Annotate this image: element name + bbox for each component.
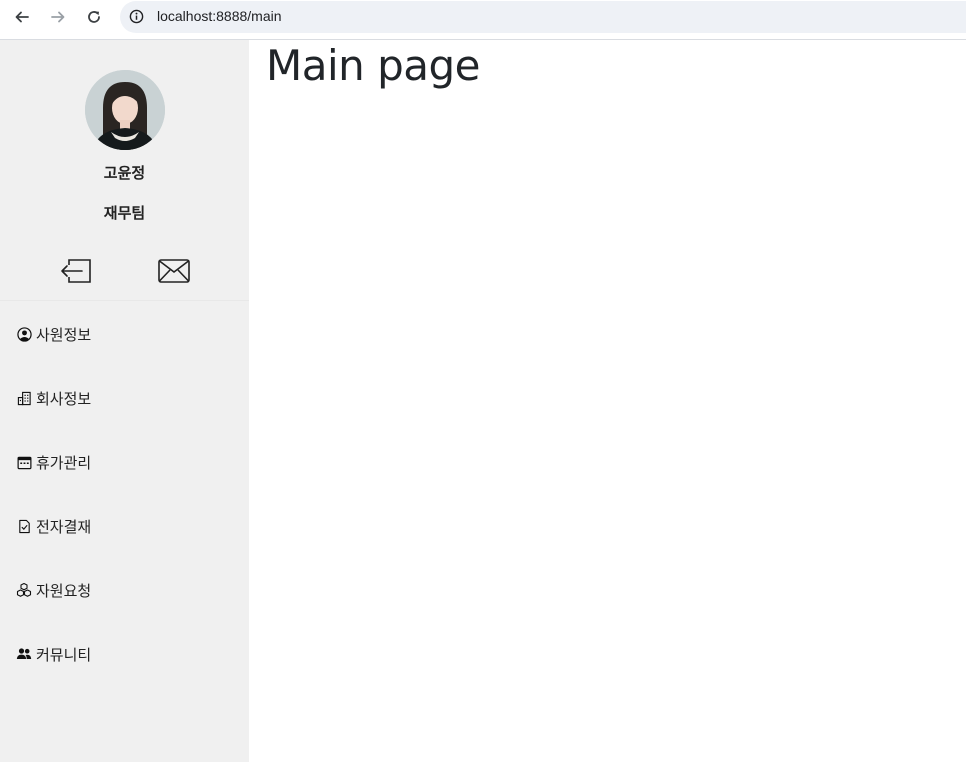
info-icon[interactable] (129, 9, 144, 24)
sidebar-item-label: 자원요청 (36, 581, 92, 600)
sidebar-item-label: 전자결재 (36, 517, 92, 536)
sidebar-item-label: 커뮤니티 (36, 645, 92, 664)
building-icon (16, 390, 32, 406)
browser-toolbar: localhost:8888/main (0, 0, 966, 40)
reload-icon (88, 11, 100, 23)
forward-button[interactable] (44, 6, 72, 28)
logout-icon (61, 259, 91, 283)
boxes-icon (16, 582, 32, 598)
user-circle-icon (16, 326, 32, 342)
user-name: 고윤정 (103, 164, 146, 182)
user-team: 재무팀 (103, 204, 146, 222)
sidebar: 고윤정 재무팀 사원정보 회사정보 휴가관리 전자결재 자원요청 커뮤니티 (0, 40, 249, 762)
back-arrow-icon (15, 11, 29, 23)
sidebar-menu: 사원정보 회사정보 휴가관리 전자결재 자원요청 커뮤니티 (0, 302, 249, 686)
sidebar-item-approval[interactable]: 전자결재 (0, 494, 249, 558)
sidebar-item-employee-info[interactable]: 사원정보 (0, 302, 249, 366)
people-icon (16, 646, 32, 662)
sidebar-item-label: 사원정보 (36, 325, 92, 344)
sidebar-item-company-info[interactable]: 회사정보 (0, 366, 249, 430)
sidebar-item-label: 휴가관리 (36, 453, 92, 472)
logout-button[interactable] (57, 256, 95, 286)
forward-arrow-icon (51, 11, 65, 23)
sidebar-divider (0, 300, 249, 301)
avatar-image (85, 70, 165, 150)
reload-button[interactable] (80, 6, 108, 28)
address-bar[interactable]: localhost:8888/main (120, 1, 966, 33)
mail-button[interactable] (155, 256, 193, 286)
calendar-icon (16, 454, 32, 470)
document-check-icon (16, 518, 32, 534)
sidebar-item-resource-request[interactable]: 자원요청 (0, 558, 249, 622)
url-text[interactable]: localhost:8888/main (157, 8, 282, 24)
page-title: Main page (266, 41, 481, 90)
sidebar-item-leave-management[interactable]: 휴가관리 (0, 430, 249, 494)
mail-icon (158, 259, 190, 283)
back-button[interactable] (8, 6, 36, 28)
avatar[interactable] (85, 70, 165, 150)
sidebar-item-label: 회사정보 (36, 389, 92, 408)
sidebar-item-community[interactable]: 커뮤니티 (0, 622, 249, 686)
